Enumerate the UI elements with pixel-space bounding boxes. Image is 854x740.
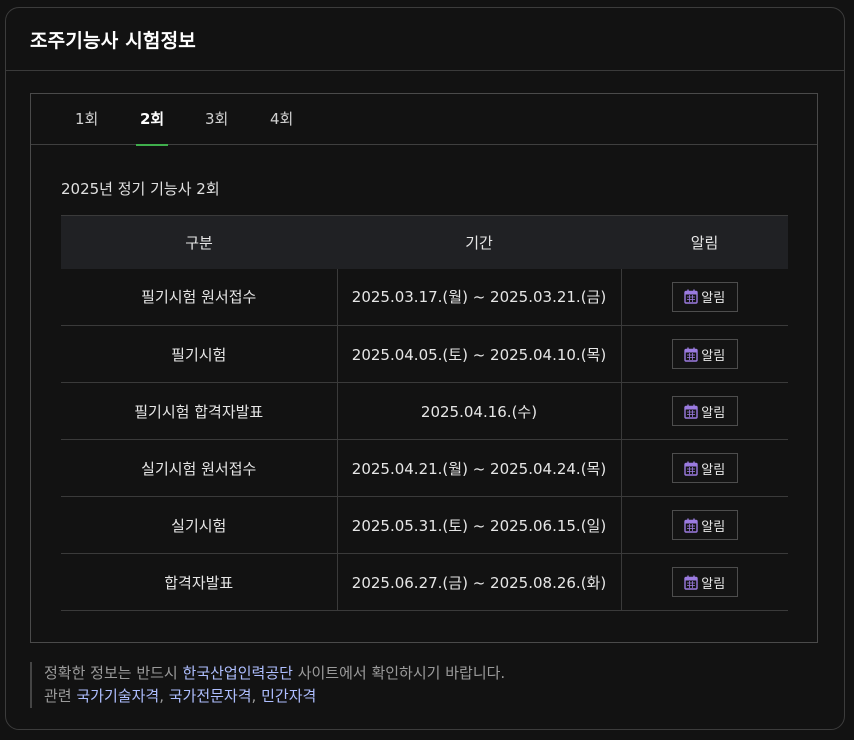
notice-line-1: 정확한 정보는 반드시 한국산업인력공단 사이트에서 확인하시기 바랍니다.: [44, 662, 505, 685]
table-row: 필기시험 2025.04.05.(토) ~ 2025.04.10.(목) 알림: [61, 325, 788, 383]
row-period: 2025.03.17.(월) ~ 2025.03.21.(금): [336, 268, 622, 326]
row-category: 실기시험: [61, 496, 337, 554]
row-category: 실기시험 원서접수: [61, 439, 337, 497]
separator: ,: [159, 687, 169, 705]
calendar-icon: [684, 347, 698, 362]
schedule-table: 구분 기간 알림 필기시험 원서접수 2025.03.17.(월) ~ 2025.…: [61, 215, 788, 611]
header-alarm: 알림: [621, 215, 788, 269]
alarm-label: 알림: [701, 519, 726, 535]
table-row: 합격자발표 2025.06.27.(금) ~ 2025.08.26.(화) 알림: [61, 553, 788, 611]
table-header-row: 구분 기간 알림: [61, 215, 788, 269]
alarm-button[interactable]: 알림: [671, 567, 738, 597]
calendar-icon: [684, 289, 698, 304]
alarm-button[interactable]: 알림: [671, 396, 738, 426]
row-period: 2025.04.16.(수): [336, 382, 622, 440]
row-alarm-cell: 알림: [621, 325, 788, 383]
alarm-label: 알림: [701, 348, 726, 364]
national-professional-qualification-link[interactable]: 국가전문자격: [169, 687, 252, 705]
row-alarm-cell: 알림: [621, 382, 788, 440]
row-alarm-cell: 알림: [621, 553, 788, 611]
row-category: 합격자발표: [61, 553, 337, 611]
round-tabs: 1회 2회 3회 4회: [31, 94, 817, 146]
row-alarm-cell: 알림: [621, 439, 788, 497]
private-qualification-link[interactable]: 민간자격: [261, 687, 316, 705]
hrdkorea-link[interactable]: 한국산업인력공단: [183, 664, 293, 682]
card-title: 조주기능사 시험정보: [30, 29, 196, 52]
table-row: 실기시험 원서접수 2025.04.21.(월) ~ 2025.04.24.(목)…: [61, 439, 788, 497]
notice-text: 사이트에서 확인하시기 바랍니다.: [292, 664, 506, 682]
exam-info-card: 조주기능사 시험정보 1회 2회 3회 4회 2025년 정기 기능사 2회 구…: [5, 7, 845, 730]
notice: 정확한 정보는 반드시 한국산업인력공단 사이트에서 확인하시기 바랍니다. 관…: [30, 662, 505, 708]
row-category: 필기시험: [61, 325, 337, 383]
alarm-button[interactable]: 알림: [671, 339, 738, 369]
row-alarm-cell: 알림: [621, 268, 788, 326]
table-row: 실기시험 2025.05.31.(토) ~ 2025.06.15.(일) 알림: [61, 496, 788, 554]
notice-line-2: 관련 국가기술자격, 국가전문자격, 민간자격: [44, 685, 505, 708]
row-period: 2025.05.31.(토) ~ 2025.06.15.(일): [336, 496, 622, 554]
row-alarm-cell: 알림: [621, 496, 788, 554]
tab-round-4[interactable]: 4회: [270, 94, 293, 145]
row-period: 2025.04.05.(토) ~ 2025.04.10.(목): [336, 325, 622, 383]
table-row: 필기시험 원서접수 2025.03.17.(월) ~ 2025.03.21.(금)…: [61, 268, 788, 326]
national-technical-qualification-link[interactable]: 국가기술자격: [76, 687, 159, 705]
calendar-icon: [684, 575, 698, 590]
notice-text: 정확한 정보는 반드시: [44, 664, 183, 682]
section-title: 2025년 정기 기능사 2회: [61, 180, 220, 198]
alarm-button[interactable]: 알림: [671, 281, 738, 312]
calendar-icon: [684, 518, 698, 533]
row-period: 2025.06.27.(금) ~ 2025.08.26.(화): [336, 553, 622, 611]
schedule-panel: 1회 2회 3회 4회 2025년 정기 기능사 2회 구분 기간 알림 필기시…: [30, 93, 818, 643]
header-period: 기간: [337, 215, 621, 269]
table-row: 필기시험 합격자발표 2025.04.16.(수) 알림: [61, 382, 788, 440]
related-label: 관련: [44, 687, 77, 705]
row-period: 2025.04.21.(월) ~ 2025.04.24.(목): [336, 439, 622, 497]
alarm-button[interactable]: 알림: [671, 510, 738, 540]
header-category: 구분: [61, 215, 337, 269]
calendar-icon: [684, 461, 698, 476]
tab-round-1[interactable]: 1회: [75, 94, 98, 145]
calendar-icon: [684, 404, 698, 419]
alarm-button[interactable]: 알림: [671, 453, 738, 483]
alarm-label: 알림: [701, 405, 726, 421]
separator: ,: [251, 687, 262, 705]
card-header: 조주기능사 시험정보: [6, 8, 844, 71]
alarm-label: 알림: [701, 462, 726, 478]
alarm-label: 알림: [701, 576, 726, 592]
alarm-label: 알림: [701, 291, 726, 307]
row-category: 필기시험 원서접수: [61, 268, 337, 326]
tab-round-3[interactable]: 3회: [205, 94, 228, 145]
row-category: 필기시험 합격자발표: [61, 382, 337, 440]
tab-round-2[interactable]: 2회: [135, 94, 169, 146]
